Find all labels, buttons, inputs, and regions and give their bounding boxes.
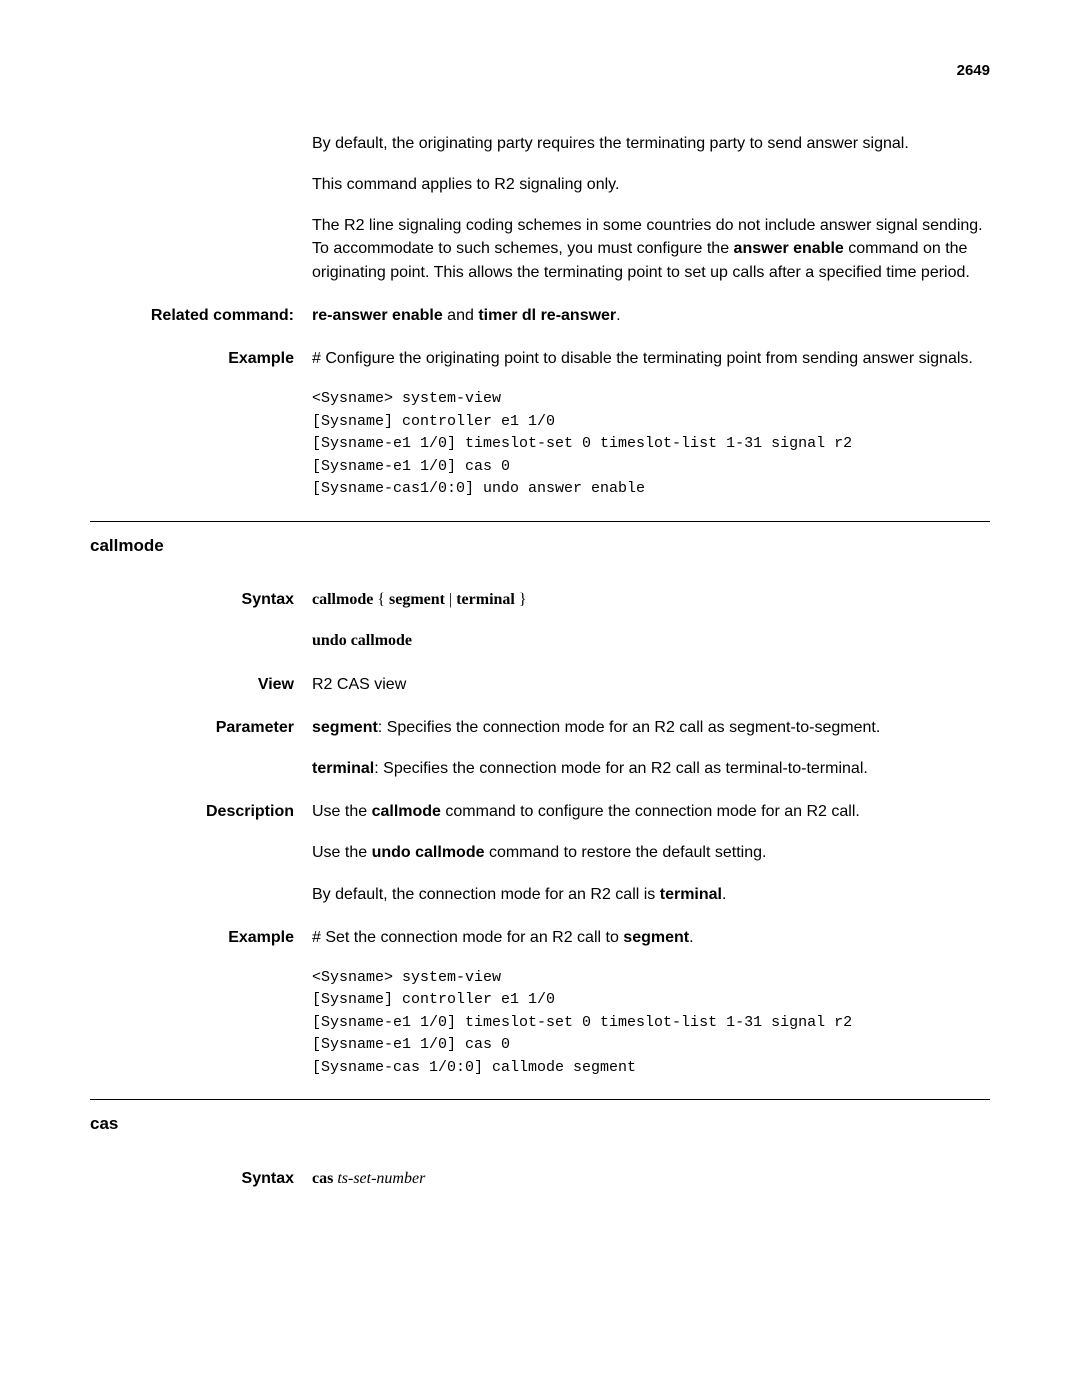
param2-p1-bold: segment [312,719,378,736]
ex2-desc-part1: # Set the connection mode for an R2 call… [312,929,623,946]
intro-content: By default, the originating party requir… [312,132,990,284]
related-command-label: Related command: [90,304,312,327]
parameter2-row: Parameter segment: Specifies the connect… [90,716,990,780]
intro-p2: This command applies to R2 signaling onl… [312,173,990,196]
syntax2-end: } [515,591,527,608]
example2-label: Example [90,926,312,1080]
syntax2-line2: undo callmode [312,629,990,652]
description2-label: Description [90,800,312,906]
syntax2-line1: callmode { segment | terminal } [312,588,990,611]
example1-row: Example # Configure the originating poin… [90,347,990,501]
syntax2-row: Syntax callmode { segment | terminal } u… [90,588,990,652]
related-command-row: Related command: re-answer enable and ti… [90,304,990,327]
desc2-p2-bold: undo callmode [372,844,485,861]
desc2-p3: By default, the connection mode for an R… [312,883,990,906]
related-cmd-mid: and [443,307,479,324]
desc2-p2-part2: command to restore the default setting. [485,844,767,861]
ex2-desc-end: . [689,929,693,946]
param2-p2: terminal: Specifies the connection mode … [312,757,990,780]
syntax3-bold: cas [312,1170,333,1187]
syntax2-content: callmode { segment | terminal } undo cal… [312,588,990,652]
cas-heading: cas [90,1112,990,1137]
desc2-p2-part1: Use the [312,844,372,861]
param2-p1: segment: Specifies the connection mode f… [312,716,990,739]
ex2-desc-bold: segment [623,929,689,946]
syntax2-b1: callmode [312,591,373,608]
related-command-text: re-answer enable and timer dl re-answer. [312,304,990,327]
description2-row: Description Use the callmode command to … [90,800,990,906]
callmode-heading: callmode [90,534,990,559]
intro-block: By default, the originating party requir… [90,132,990,284]
example2-row: Example # Set the connection mode for an… [90,926,990,1080]
view2-text: R2 CAS view [312,673,990,696]
example1-content: # Configure the originating point to dis… [312,347,990,501]
param2-p2-text: : Specifies the connection mode for an R… [374,760,868,777]
syntax3-row: Syntax cas ts-set-number [90,1167,990,1190]
syntax2-m1: { [373,591,389,608]
desc2-p1-part2: command to configure the connection mode… [441,803,860,820]
description2-content: Use the callmode command to configure th… [312,800,990,906]
section-divider-2 [90,1099,990,1100]
example1-code: <Sysname> system-view [Sysname] controll… [312,388,990,501]
related-cmd-bold1: re-answer enable [312,307,443,324]
page-number: 2649 [90,60,990,82]
syntax2-m2: | [445,591,456,608]
view2-row: View R2 CAS view [90,673,990,696]
view2-content: R2 CAS view [312,673,990,696]
desc2-p2: Use the undo callmode command to restore… [312,841,990,864]
intro-p3-bold: answer enable [734,240,844,257]
syntax3-label: Syntax [90,1167,312,1190]
param2-p1-text: : Specifies the connection mode for an R… [378,719,880,736]
parameter2-label: Parameter [90,716,312,780]
syntax3-content: cas ts-set-number [312,1167,990,1190]
syntax3-italic: ts-set-number [333,1170,425,1187]
desc2-p1-bold: callmode [372,803,441,820]
desc2-p3-bold: terminal [660,886,722,903]
intro-p1: By default, the originating party requir… [312,132,990,155]
example2-code: <Sysname> system-view [Sysname] controll… [312,967,990,1080]
param2-p2-bold: terminal [312,760,374,777]
syntax3-line: cas ts-set-number [312,1167,990,1190]
example2-content: # Set the connection mode for an R2 call… [312,926,990,1080]
related-command-content: re-answer enable and timer dl re-answer. [312,304,990,327]
related-cmd-end: . [616,307,620,324]
empty-label [90,132,312,284]
example1-desc: # Configure the originating point to dis… [312,347,990,370]
example1-label: Example [90,347,312,501]
related-cmd-bold2: timer dl re-answer [478,307,616,324]
desc2-p1: Use the callmode command to configure th… [312,800,990,823]
parameter2-content: segment: Specifies the connection mode f… [312,716,990,780]
section-divider-1 [90,521,990,522]
desc2-p3-end: . [722,886,726,903]
desc2-p3-part1: By default, the connection mode for an R… [312,886,660,903]
syntax2-b3: terminal [456,591,515,608]
intro-p3: The R2 line signaling coding schemes in … [312,214,990,284]
syntax2-label: Syntax [90,588,312,652]
desc2-p1-part1: Use the [312,803,372,820]
example2-desc: # Set the connection mode for an R2 call… [312,926,990,949]
syntax2-b2: segment [389,591,445,608]
view2-label: View [90,673,312,696]
